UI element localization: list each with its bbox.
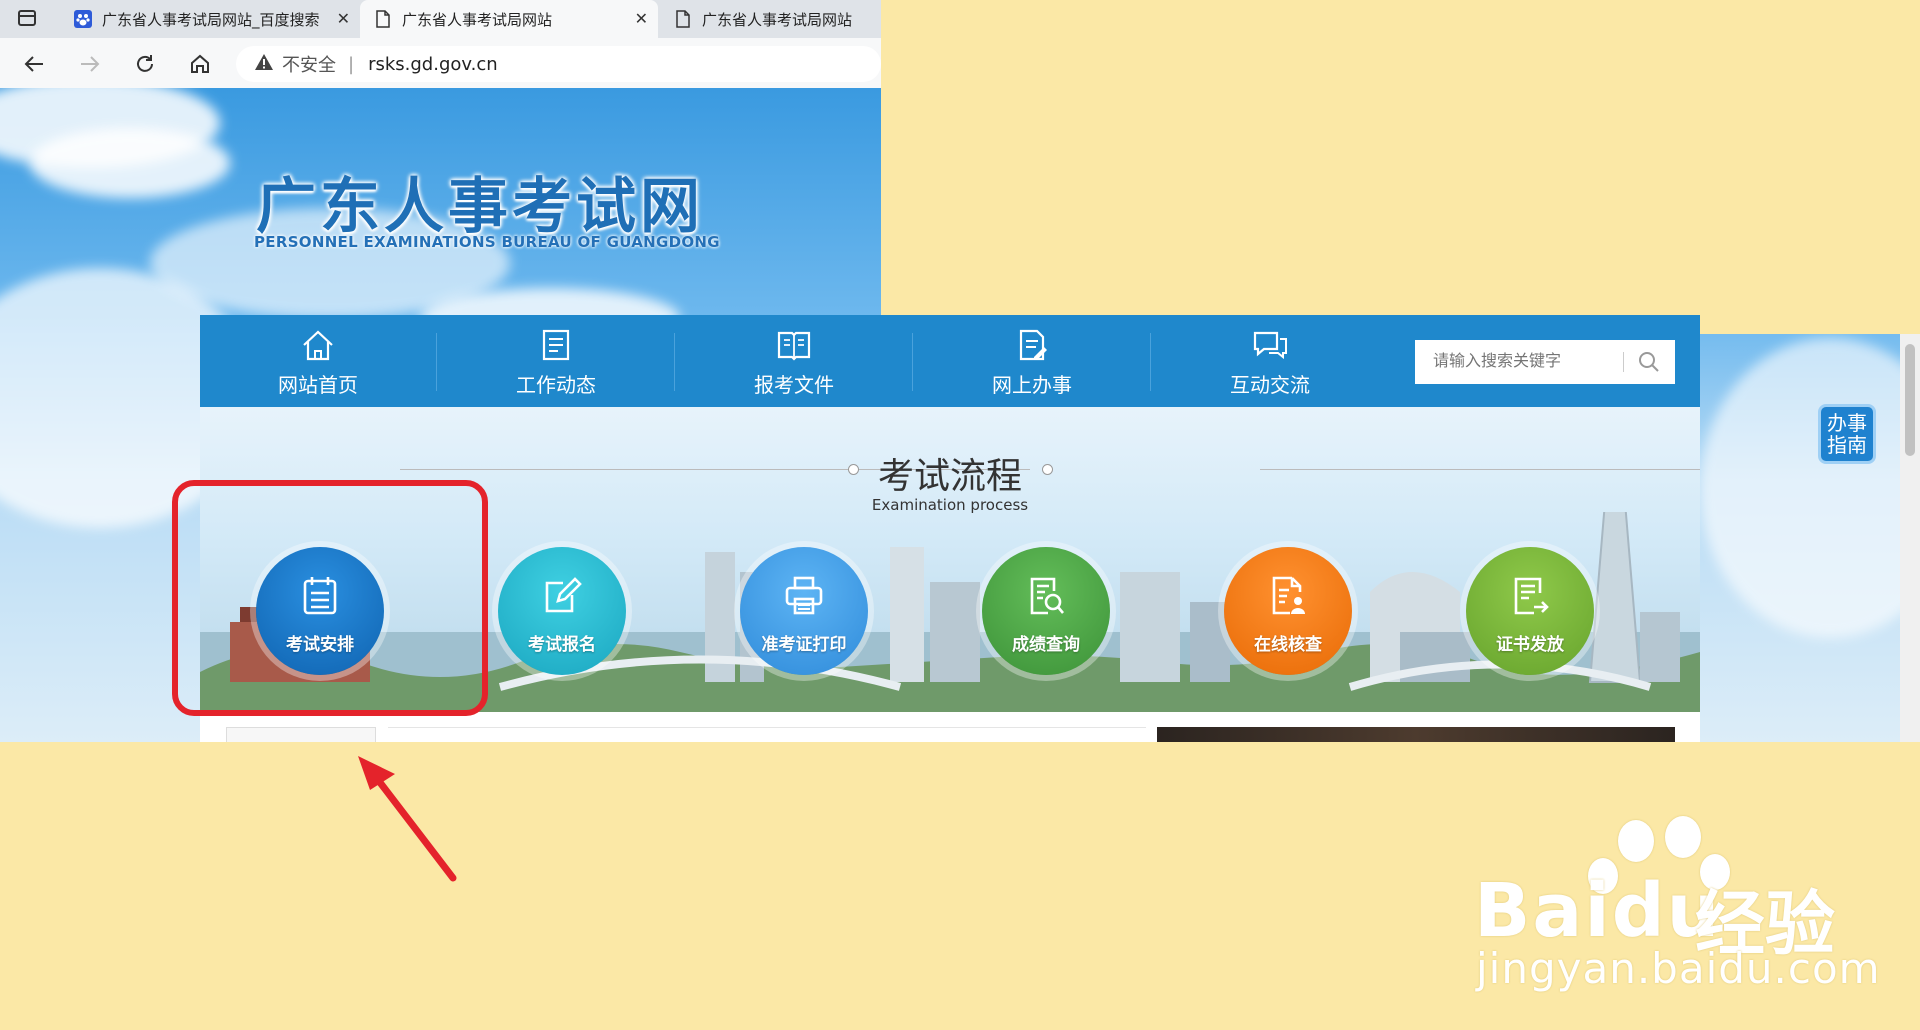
page-icon bbox=[674, 10, 692, 28]
news-icon bbox=[542, 329, 570, 361]
nav-item-interaction[interactable]: 互动交流 bbox=[1152, 315, 1388, 407]
paw-toe bbox=[1618, 820, 1654, 862]
nav-label: 网站首页 bbox=[278, 373, 358, 397]
nav-item-news[interactable]: 工作动态 bbox=[438, 315, 674, 407]
page-icon bbox=[374, 10, 392, 28]
nav-label: 工作动态 bbox=[516, 373, 596, 397]
edit-icon bbox=[545, 577, 582, 613]
red-arrow-annotation bbox=[358, 756, 457, 882]
step-label: 考试报名 bbox=[528, 635, 596, 655]
chat-icon bbox=[1253, 331, 1287, 360]
nav-item-home[interactable]: 网站首页 bbox=[200, 315, 436, 407]
step-label: 成绩查询 bbox=[1012, 635, 1080, 655]
site-title[interactable]: 广东人事考试网 bbox=[256, 158, 704, 245]
step-label: 准考证打印 bbox=[761, 635, 847, 655]
step-label: 证书发放 bbox=[1496, 635, 1564, 655]
back-icon[interactable] bbox=[20, 50, 48, 78]
step-online-verification[interactable]: 在线核查 bbox=[1224, 547, 1352, 675]
step-exam-registration[interactable]: 考试报名 bbox=[498, 547, 626, 675]
forward-icon[interactable] bbox=[76, 50, 104, 78]
printer-icon bbox=[785, 576, 823, 615]
site-subtitle: PERSONNEL EXAMINATIONS BUREAU OF GUANGDO… bbox=[254, 233, 720, 251]
scrollbar-thumb[interactable] bbox=[1905, 344, 1915, 456]
browser-tab-third[interactable]: 广东省人事考试局网站 bbox=[660, 0, 881, 38]
tab-actions-icon[interactable] bbox=[18, 10, 36, 26]
nav-divider bbox=[1150, 333, 1151, 391]
nav-item-online-service[interactable]: 网上办事 bbox=[914, 315, 1150, 407]
url-bar[interactable]: 不安全 | rsks.gd.gov.cn bbox=[236, 46, 881, 82]
banner-image[interactable] bbox=[1157, 727, 1675, 742]
search-doc-icon bbox=[1030, 577, 1064, 615]
screenshot: 广东省人事考试局网站_百度搜索 ✕ 广东省人事考试局网站 ✕ 广东省人事考试局网… bbox=[0, 0, 1920, 1030]
reload-icon[interactable] bbox=[131, 50, 159, 78]
page-scrollbar[interactable] bbox=[1900, 334, 1920, 742]
paw-toe bbox=[1665, 816, 1701, 858]
certificate-icon bbox=[1514, 577, 1549, 615]
security-status[interactable]: 不安全 bbox=[282, 51, 336, 77]
search-input[interactable] bbox=[1415, 340, 1643, 384]
tab-title: 广东省人事考试局网站_百度搜索 bbox=[102, 10, 320, 29]
close-tab-icon[interactable]: ✕ bbox=[635, 9, 648, 28]
step-admission-ticket-print[interactable]: 准考证打印 bbox=[740, 547, 868, 675]
background-area bbox=[881, 0, 1920, 334]
book-icon bbox=[777, 331, 811, 361]
step-label: 在线核查 bbox=[1254, 635, 1322, 655]
nav-item-files[interactable]: 报考文件 bbox=[676, 315, 912, 407]
edit-doc-icon bbox=[1019, 329, 1047, 361]
nav-divider bbox=[674, 333, 675, 391]
watermark-url: jingyan.baidu.com bbox=[1476, 944, 1881, 993]
service-guide-button[interactable]: 办事指南 bbox=[1818, 404, 1876, 464]
nav-label: 网上办事 bbox=[992, 373, 1072, 397]
browser-tab-baidu[interactable]: 广东省人事考试局网站_百度搜索 ✕ bbox=[60, 0, 360, 38]
search-icon[interactable] bbox=[1637, 350, 1661, 374]
site-search bbox=[1415, 340, 1675, 384]
cloud-decoration bbox=[1700, 338, 1920, 638]
browser-tab-bar: 广东省人事考试局网站_百度搜索 ✕ 广东省人事考试局网站 ✕ 广东省人事考试局网… bbox=[0, 0, 881, 38]
step-certificate-issuance[interactable]: 证书发放 bbox=[1466, 547, 1594, 675]
nav-divider bbox=[436, 333, 437, 391]
browser-tab-active[interactable]: 广东省人事考试局网站 ✕ bbox=[360, 0, 658, 38]
nav-divider bbox=[912, 333, 913, 391]
home-icon bbox=[303, 330, 333, 361]
cloud-decoration bbox=[30, 128, 230, 198]
url-separator: | bbox=[348, 53, 355, 75]
watermark-brand: Baidu bbox=[1474, 868, 1722, 954]
tab-title: 广东省人事考试局网站 bbox=[702, 10, 853, 29]
warning-icon bbox=[254, 53, 274, 76]
side-panel bbox=[226, 727, 376, 743]
close-tab-icon[interactable]: ✕ bbox=[337, 9, 350, 28]
verify-user-icon bbox=[1272, 576, 1305, 615]
step-score-inquiry[interactable]: 成绩查询 bbox=[982, 547, 1110, 675]
baidu-paw-icon bbox=[74, 10, 92, 28]
home-icon[interactable] bbox=[186, 50, 214, 78]
news-panel bbox=[388, 727, 1146, 743]
highlight-box bbox=[172, 480, 488, 716]
content-strip bbox=[200, 712, 1700, 743]
search-divider bbox=[1623, 352, 1624, 372]
nav-label: 报考文件 bbox=[754, 373, 834, 397]
url-text[interactable]: rsks.gd.gov.cn bbox=[368, 54, 498, 75]
nav-label: 互动交流 bbox=[1230, 373, 1310, 397]
tab-title: 广东省人事考试局网站 bbox=[402, 10, 553, 29]
